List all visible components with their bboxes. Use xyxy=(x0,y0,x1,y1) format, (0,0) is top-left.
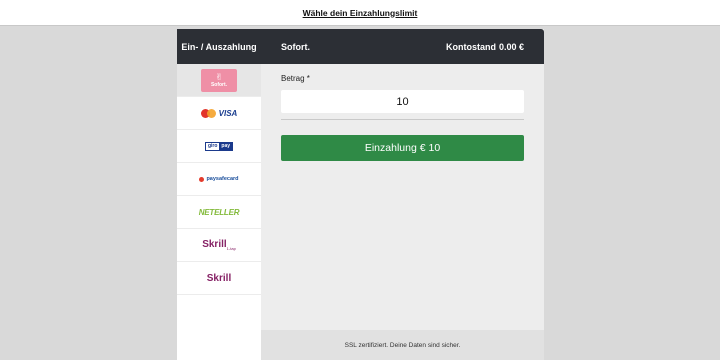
ssl-footer: SSL zertifiziert. Deine Daten sind siche… xyxy=(261,330,544,360)
payment-method-sofort[interactable]: ✌ Sofort. xyxy=(177,64,261,97)
balance-value: 0.00 € xyxy=(498,41,524,52)
selected-method-title: Sofort. xyxy=(281,41,310,52)
giropay-logo-part-1: giro xyxy=(205,143,220,149)
payment-method-giropay[interactable]: giro pay xyxy=(177,130,261,163)
payment-widget: Ein- / Auszahlung Sofort. Kontostand 0.0… xyxy=(177,29,544,360)
mastercard-icon xyxy=(200,108,216,118)
visa-mastercard-logo: VISA xyxy=(200,108,238,118)
giropay-logo-part-2: pay xyxy=(219,142,233,150)
payment-method-skrill[interactable]: Skrill xyxy=(177,262,261,295)
payment-method-neteller[interactable]: NETELLER xyxy=(177,196,261,229)
balance-label: Kontostand xyxy=(445,41,496,52)
tab-deposit-withdrawal[interactable]: Ein- / Auszahlung xyxy=(177,29,261,64)
amount-label: Betrag * xyxy=(281,74,310,83)
lock-icon xyxy=(199,176,205,182)
sofort-logo-label: Sofort. xyxy=(210,81,228,88)
top-bar: Wähle dein Einzahlungslimit xyxy=(0,0,720,26)
payment-method-skrill-1tap[interactable]: Skrill1-tap xyxy=(177,229,261,262)
widget-header: Ein- / Auszahlung Sofort. Kontostand 0.0… xyxy=(177,29,544,64)
visa-logo-label: VISA xyxy=(218,108,238,118)
payment-method-list: ✌ Sofort. VISA giro pay paysafecard NETE… xyxy=(177,64,261,360)
hand-icon: ✌ xyxy=(215,71,223,82)
skrill-1tap-logo: Skrill1-tap xyxy=(202,239,236,251)
paysafecard-logo: paysafecard xyxy=(199,176,239,182)
deposit-button[interactable]: Einzahlung € 10 xyxy=(281,135,524,161)
sofort-logo: ✌ Sofort. xyxy=(201,68,237,92)
skrill-logo: Skrill xyxy=(206,272,232,284)
giropay-logo: giro pay xyxy=(204,141,234,151)
divider xyxy=(281,119,524,120)
neteller-logo: NETELLER xyxy=(198,207,240,217)
paysafecard-logo-label: paysafecard xyxy=(206,176,239,182)
payment-method-visa-mastercard[interactable]: VISA xyxy=(177,97,261,130)
balance-display: Kontostand 0.00 € xyxy=(446,29,524,64)
amount-input[interactable] xyxy=(281,90,524,113)
skrill-1tap-suffix: 1-tap xyxy=(226,246,236,251)
deposit-limit-link[interactable]: Wähle dein Einzahlungslimit xyxy=(303,8,418,18)
payment-method-paysafecard[interactable]: paysafecard xyxy=(177,163,261,196)
skrill-1tap-logo-label: Skrill xyxy=(202,239,227,250)
